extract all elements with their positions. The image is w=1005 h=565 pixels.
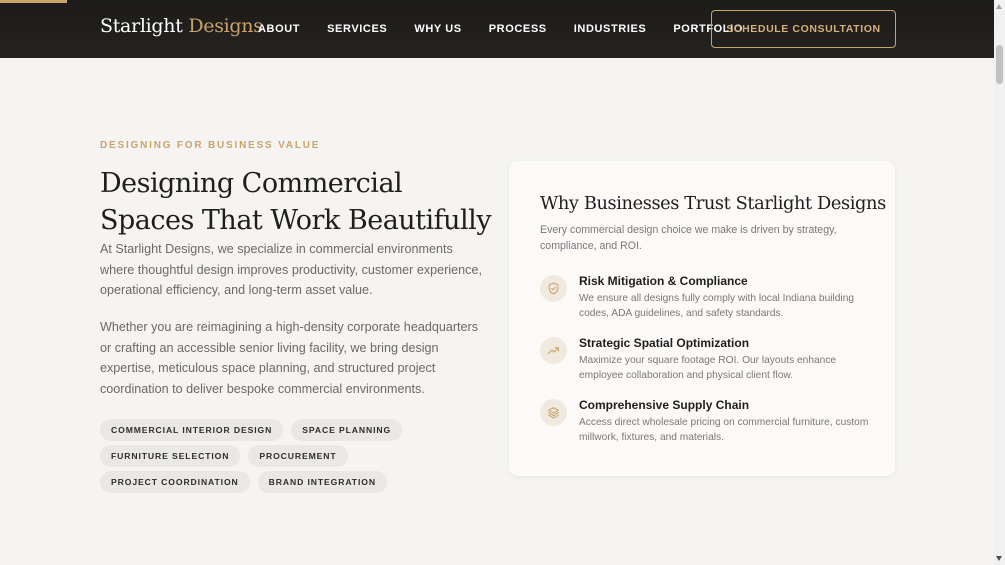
nav-about[interactable]: ABOUT (258, 23, 300, 35)
hero-eyebrow: DESIGNING FOR BUSINESS VALUE (100, 140, 321, 151)
site-header: Starlight Designs ABOUT SERVICES WHY US … (0, 0, 994, 58)
trust-card-subtitle: Every commercial design choice we make i… (540, 224, 837, 252)
feature-title: Risk Mitigation & Compliance (579, 274, 748, 288)
nav-why-us[interactable]: WHY US (414, 23, 461, 35)
hero-paragraph-2: Whether you are reimagining a high-densi… (100, 320, 479, 396)
shield-icon (540, 275, 567, 302)
scroll-up-arrow-icon[interactable] (996, 4, 1002, 9)
nav-services[interactable]: SERVICES (327, 23, 387, 35)
site-logo[interactable]: Starlight Designs (100, 15, 263, 37)
logo-primary: Starlight (100, 15, 183, 37)
service-tags: COMMERCIAL INTERIOR DESIGN SPACE PLANNIN… (100, 419, 490, 497)
feature-title: Comprehensive Supply Chain (579, 398, 750, 412)
tag-commercial-interior-design: COMMERCIAL INTERIOR DESIGN (100, 419, 284, 441)
feature-description: We ensure all designs fully comply with … (579, 293, 855, 320)
trust-card-title: Why Businesses Trust Starlight Designs (540, 193, 886, 214)
hero-paragraph-1: At Starlight Designs, we specialize in c… (100, 242, 482, 298)
trust-card: Why Businesses Trust Starlight Designs E… (509, 161, 895, 476)
layers-icon (540, 399, 567, 426)
feature-description: Access direct wholesale pricing on comme… (579, 417, 869, 444)
page-scrollbar[interactable] (994, 0, 1005, 565)
tag-space-planning: SPACE PLANNING (291, 419, 403, 441)
nav-industries[interactable]: INDUSTRIES (574, 23, 647, 35)
tag-brand-integration: BRAND INTEGRATION (257, 471, 387, 493)
schedule-consultation-button[interactable]: SCHEDULE CONSULTATION (711, 10, 896, 48)
hero-title: Designing Commercial Spaces That Work Be… (100, 168, 492, 236)
feature-description: Maximize your square footage ROI. Our la… (579, 355, 837, 382)
trend-up-icon (540, 337, 567, 364)
tag-furniture-selection: FURNITURE SELECTION (100, 445, 241, 467)
logo-accent: Designs (188, 15, 263, 37)
feature-title: Strategic Spatial Optimization (579, 336, 750, 350)
topbar-accent (0, 0, 67, 3)
main-nav: ABOUT SERVICES WHY US PROCESS INDUSTRIES… (258, 23, 770, 35)
scrollbar-thumb[interactable] (996, 45, 1003, 84)
scroll-down-arrow-icon[interactable] (996, 556, 1002, 561)
nav-process[interactable]: PROCESS (489, 23, 547, 35)
tag-project-coordination: PROJECT COORDINATION (100, 471, 250, 493)
tag-procurement: PROCUREMENT (248, 445, 348, 467)
